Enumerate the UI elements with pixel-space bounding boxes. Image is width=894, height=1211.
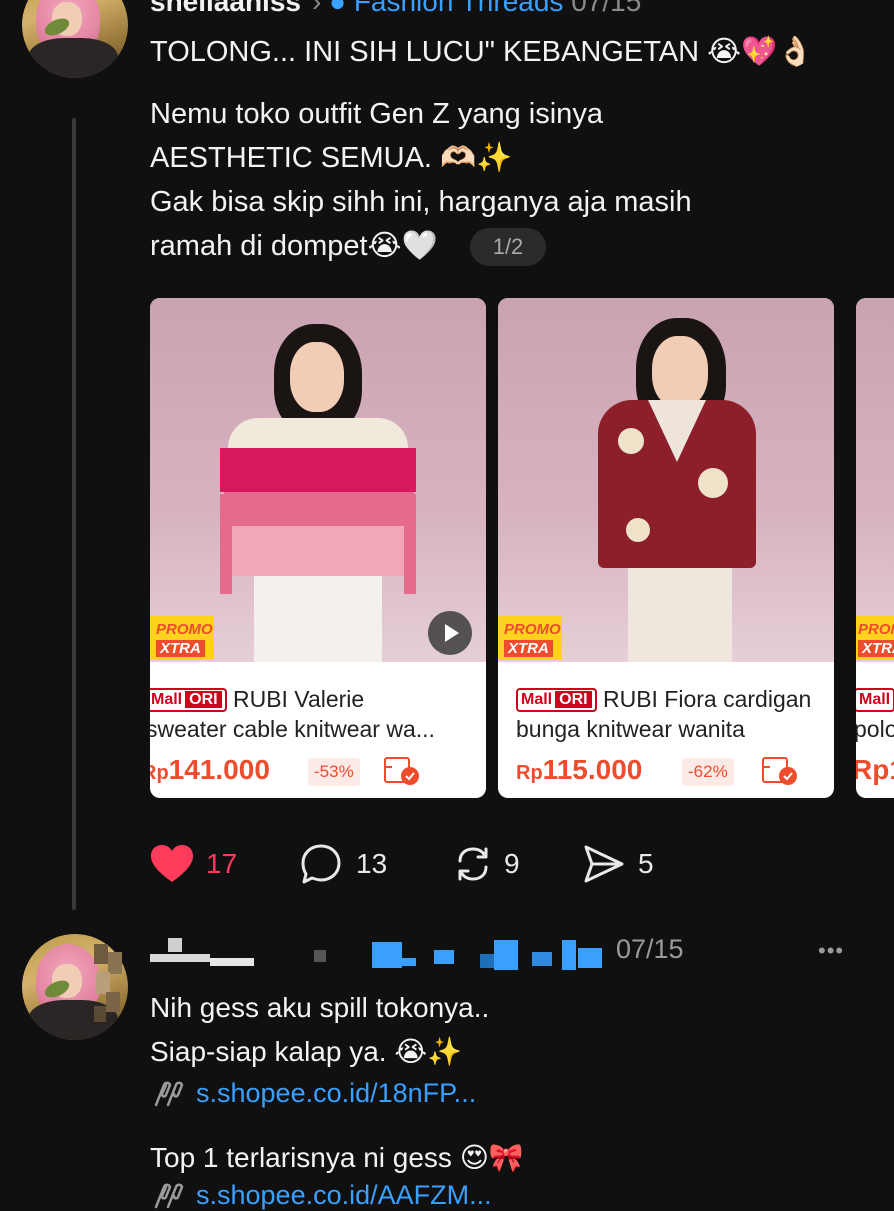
post-via-community[interactable]: › ● Fashion Threads 07/15: [312, 0, 641, 18]
post-body-line: Gak bisa skip sihh ini, harganya aja mas…: [150, 186, 692, 218]
thread-line: [72, 118, 76, 910]
play-icon: [445, 624, 459, 642]
reply-link-text: s.shopee.co.id/18nFP...: [196, 1078, 477, 1108]
heart-icon: [151, 845, 193, 882]
reply-link-text: s.shopee.co.id/AAFZM...: [196, 1180, 492, 1210]
product-title: Mall ORI RUBI Fiora cardigan bunga knitwe…: [516, 686, 812, 742]
voucher-icon: [762, 757, 797, 785]
reply-line: Siap-siap kalap ya. 😭✨: [150, 1036, 462, 1067]
product-card[interactable]: PROMOXTRA Mall polo Rp1: [856, 298, 894, 798]
product-title: Mall ORI RUBI Valerie sweater cable knitw…: [150, 684, 486, 744]
chevron-right-icon: ›: [312, 0, 322, 17]
product-title: Mall polo: [856, 684, 894, 744]
repost-count: 9: [504, 848, 520, 879]
post-date: 07/15: [571, 0, 642, 17]
avatar[interactable]: [22, 0, 128, 78]
voucher-icon: [384, 757, 419, 785]
censor-mosaic: [94, 944, 122, 1024]
promo-xtra-badge: PROMOXTRA: [498, 616, 562, 660]
send-icon: [584, 845, 624, 883]
product-price: Rp141.000: [150, 754, 270, 785]
product-photo: [150, 298, 486, 662]
product-photo: [498, 298, 834, 662]
reply-line: Nih gess aku spill tokonya..: [150, 992, 490, 1023]
share-count: 5: [638, 848, 654, 879]
promo-xtra-badge: PROMOXTRA: [150, 616, 214, 660]
mall-badge: Mall: [856, 688, 894, 712]
share-button[interactable]: 5: [582, 842, 654, 886]
mall-ori-badge: Mall ORI: [150, 688, 227, 712]
community-name: Fashion Threads: [353, 0, 564, 17]
repost-icon: [458, 847, 488, 881]
mall-ori-badge: Mall ORI: [516, 688, 597, 712]
comment-button[interactable]: 13: [300, 842, 387, 886]
reply-link[interactable]: s.shopee.co.id/18nFP...: [150, 1078, 476, 1109]
more-options-icon[interactable]: •••: [818, 938, 844, 964]
reply-username-censored[interactable]: [150, 936, 610, 970]
post-body: Nemu toko outfit Gen Z yang isinya AESTH…: [150, 92, 692, 268]
reply-line: Top 1 terlarisnya ni gess 😍🎀: [150, 1142, 524, 1173]
post-headline: TOLONG... INI SIH LUCU" KEBANGETAN 😭💖👌🏻: [150, 36, 814, 68]
product-card[interactable]: PROMO XTRA Mall ORI RUBI Fiora cardigan bu…: [498, 298, 834, 798]
post-body-line: Nemu toko outfit Gen Z yang isinya: [150, 98, 603, 130]
product-price: Rp115.000: [516, 754, 643, 785]
product-card[interactable]: PROMO XTRA Mall ORI RUBI Valerie sweater c…: [150, 298, 486, 798]
link-icon: [154, 1183, 184, 1208]
reply-date: 07/15: [616, 934, 684, 964]
carousel-pager: 1/2: [470, 228, 546, 266]
community-icon: ●: [329, 0, 347, 17]
post-body-line: AESTHETIC SEMUA. 🫶🏻✨: [150, 142, 513, 174]
discount-badge: -62%: [682, 758, 734, 786]
like-button[interactable]: 17: [150, 842, 237, 886]
link-icon: [154, 1081, 184, 1106]
discount-badge: -53%: [308, 758, 360, 786]
reply-link[interactable]: s.shopee.co.id/AAFZM...: [150, 1180, 492, 1211]
post-body-line: ramah di dompet😭🤍: [150, 230, 438, 262]
product-photo: [856, 298, 894, 662]
like-count: 17: [206, 848, 238, 879]
reply-body: Nih gess aku spill tokonya.. Siap-siap k…: [150, 986, 489, 1074]
repost-button[interactable]: 9: [452, 842, 520, 886]
product-price: Rp1: [856, 754, 894, 785]
comment-count: 13: [356, 848, 388, 879]
play-video-button[interactable]: [428, 611, 472, 655]
post-username[interactable]: sheilaaniss: [150, 0, 301, 18]
promo-xtra-badge: PROMOXTRA: [856, 616, 894, 660]
comment-icon: [301, 844, 341, 884]
